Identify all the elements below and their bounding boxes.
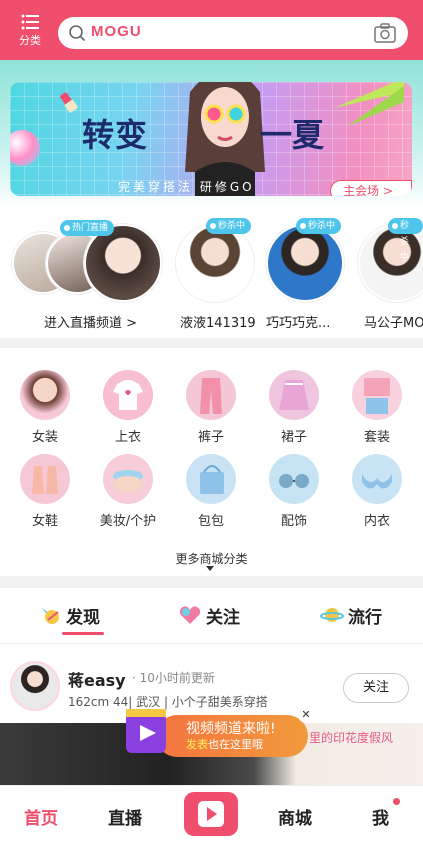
banner-subtitle: 完美穿搭法 研修GO [118,180,255,194]
popup-subtitle-highlight: 发表 [186,738,208,751]
live-badge: 秒杀中 [388,218,423,263]
more-categories-label: 更多商城分类 [175,552,248,566]
search-icon [69,25,86,42]
category-icon [20,454,70,504]
active-tab-indicator [62,632,104,635]
banner-area: 转变 一夏 完美穿搭法 研修GO 主会场 > [0,60,423,210]
live-entry[interactable]: 热门直播 进入直播频道 > [0,218,162,338]
tab-label: 关注 [206,608,240,628]
category-label: 分类 [19,34,41,47]
category-women-clothing[interactable]: 女装 [5,370,85,445]
category-name: 配饰 [280,514,307,529]
promo-banner[interactable]: 转变 一夏 完美穿搭法 研修GO 主会场 > [10,82,412,196]
live-badge: 热门直播 [60,220,115,236]
close-icon[interactable]: ✕ [298,707,314,723]
search-logo: MOGU [91,23,142,40]
category-skirts[interactable]: 裙子 [254,370,334,445]
category-accessories[interactable]: 配饰 [254,454,334,529]
category-women-shoes[interactable]: 女鞋 [5,454,85,529]
category-name: 女鞋 [31,514,58,529]
popup-title: 视频频道来啦! [186,721,276,737]
discover-icon [42,608,59,624]
category-icon [352,454,402,504]
nav-home[interactable]: 首页 [24,804,58,829]
bottom-nav: 首页 直播 商城 我 [0,785,423,845]
live-label: 进入直播频道 > [44,316,138,331]
tab-label: 发现 [66,608,100,628]
avatar [266,224,344,302]
live-label: 液液141319 [180,316,256,331]
banner-title-left: 转变 [82,116,149,154]
category-bags[interactable]: 包包 [171,454,251,529]
nav-live[interactable]: 直播 [108,804,142,829]
live-label: 巧巧巧克... [266,316,331,331]
video-clapper-icon [126,709,166,753]
live-channel-row: 热门直播 进入直播频道 > 秒杀中 液液141319 秒杀中 巧巧巧克... 秒… [0,210,423,338]
category-name: 裤子 [197,430,224,445]
live-streamer[interactable]: 秒杀中 马公子MO [356,218,423,338]
menu-list-icon [21,14,39,30]
nav-mall[interactable]: 商城 [278,804,312,829]
category-name: 上衣 [114,430,141,445]
app-root: 分类 MOGU 转变 一夏 完美穿搭法 研修GO 主会场 > 热门直播 进入直播… [0,0,423,845]
category-icon [186,370,236,420]
avatar[interactable] [10,661,60,711]
popup-subtitle-rest: 也在这里哦 [208,738,263,751]
lipstick-icon [60,92,78,113]
video-channel-popup[interactable]: 视频频道来啦! 发表也在这里哦 ✕ [114,703,314,759]
post-author[interactable]: 蒋easy [68,667,126,691]
avatar [358,224,423,302]
top-header: 分类 MOGU [0,0,423,60]
heart-icon [179,606,201,624]
planet-icon [320,608,344,622]
category-name: 美妆/个护 [99,514,157,529]
palm-leaf-decoration [334,82,404,126]
category-name: 包包 [197,514,224,529]
category-name: 裙子 [280,430,307,445]
live-badge: 秒杀中 [206,218,252,234]
live-streamer[interactable]: 秒杀中 巧巧巧克... [264,218,348,338]
live-badge: 秒杀中 [296,218,342,234]
category-icon [186,454,236,504]
camera-icon[interactable] [374,23,396,43]
category-grid: 女装 上衣 裤子 裙子 套装 女鞋 美妆/个护 包包 配饰 内衣 更多商城分类 [0,348,423,576]
search-bar[interactable]: MOGU [58,17,408,49]
category-sets[interactable]: 套装 [337,370,417,445]
tab-label: 流行 [348,608,382,628]
category-pants[interactable]: 裤子 [171,370,251,445]
category-icon [269,454,319,504]
play-icon [198,801,224,827]
more-categories-row[interactable]: 更多商城分类 [0,536,423,576]
avatar [176,224,254,302]
section-divider [0,576,423,588]
category-icon [352,370,402,420]
category-icon [20,370,70,420]
feed-tabs: 发现 关注 流行 [0,588,423,644]
main-venue-button[interactable]: 主会场 > [330,180,412,196]
video-play-button[interactable] [184,792,238,836]
category-icon [103,454,153,504]
category-icon [269,370,319,420]
category-button[interactable]: 分类 [12,12,48,52]
live-label: 马公子MO [364,316,423,331]
popup-subtitle: 发表也在这里哦 [186,736,263,752]
notification-dot [393,798,400,805]
post-time: · 10小时前更新 [132,671,215,685]
category-underwear[interactable]: 内衣 [337,454,417,529]
chevron-down-icon [206,566,214,571]
category-beauty[interactable]: 美妆/个护 [88,454,168,529]
category-icon [103,370,153,420]
follow-button[interactable]: 关注 [343,673,409,703]
category-name: 内衣 [363,514,390,529]
banner-title-right: 一夏 [260,116,325,154]
feed-post: 蒋easy · 10小时前更新 162cm 44| 武汉 | 小个子甜美系穿搭 … [0,645,423,785]
nav-me[interactable]: 我 [372,804,389,829]
live-streamer[interactable]: 秒杀中 液液141319 [174,218,258,338]
category-name: 套装 [363,430,390,445]
category-tops[interactable]: 上衣 [88,370,168,445]
category-name: 女装 [31,430,58,445]
section-divider [0,338,423,348]
